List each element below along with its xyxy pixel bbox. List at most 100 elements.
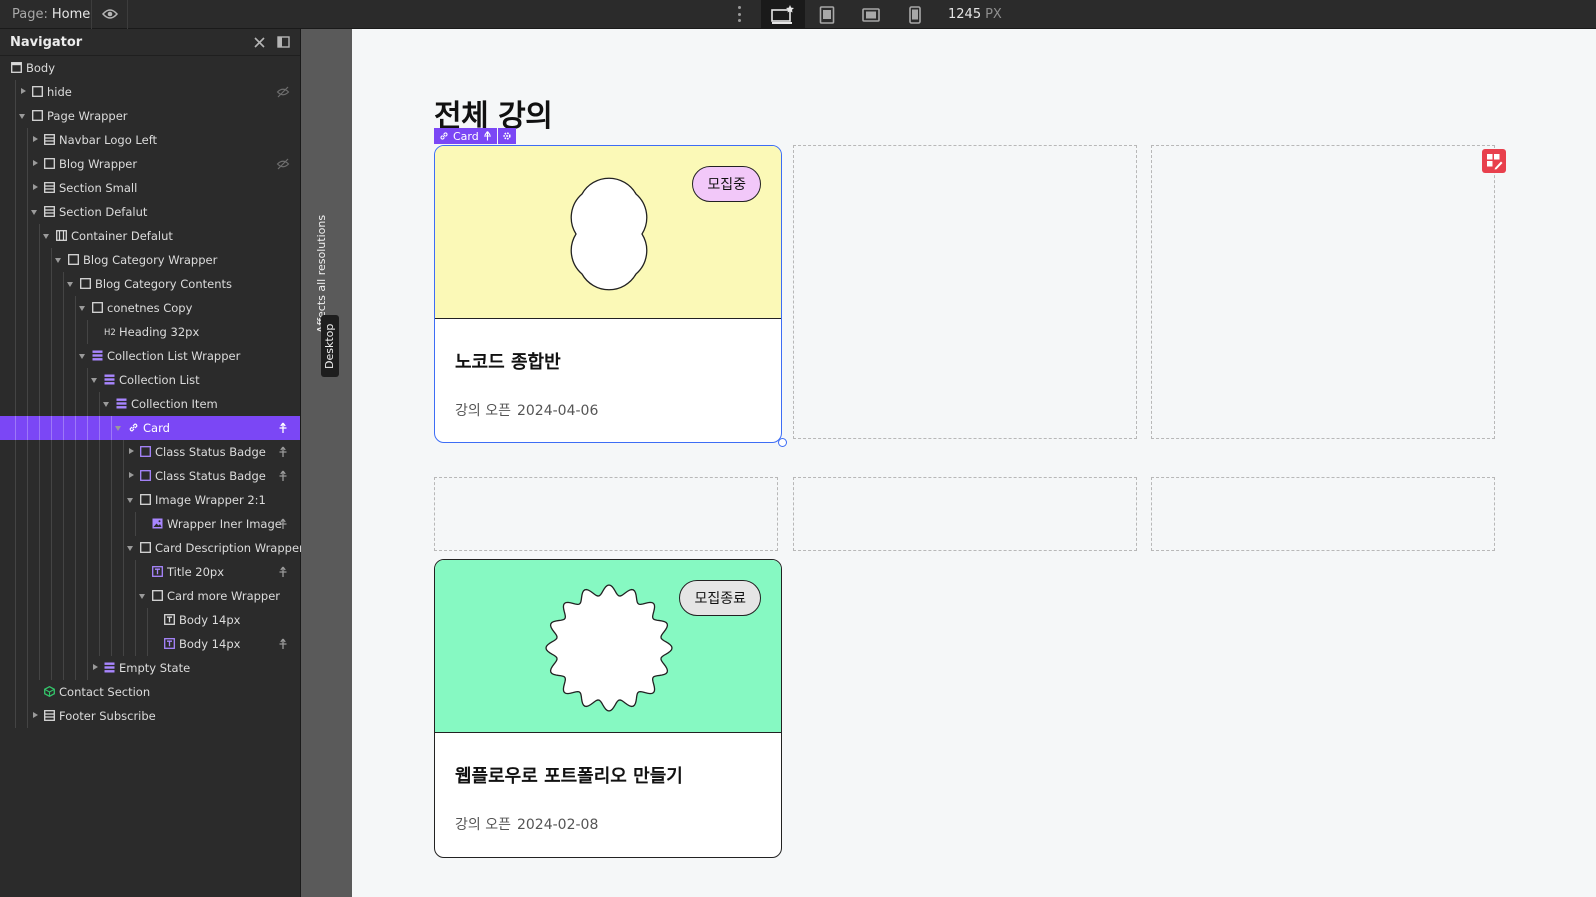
page-name: Home xyxy=(51,6,91,22)
breakpoint-phone-button[interactable] xyxy=(893,0,937,29)
navigator-item-label: Footer Subscribe xyxy=(59,709,156,723)
navigator-item[interactable]: Blog Category Wrapper xyxy=(0,248,300,272)
navigator-item[interactable]: Body xyxy=(0,56,300,80)
navigator-item[interactable]: Blog Wrapper xyxy=(0,152,300,176)
expand-caret-icon[interactable] xyxy=(33,184,38,190)
tablet-icon xyxy=(819,5,835,24)
navigator-item[interactable]: Navbar Logo Left xyxy=(0,128,300,152)
selected-element-tag[interactable]: Card xyxy=(434,128,516,144)
navigator-item-label: conetnes Copy xyxy=(107,301,193,315)
breakpoint-desktop-button[interactable] xyxy=(761,0,805,29)
empty-state-icon[interactable] xyxy=(1482,149,1506,173)
page-prefix: Page: xyxy=(12,6,48,22)
expand-caret-icon[interactable] xyxy=(129,448,134,454)
navigator-item[interactable]: Blog Category Contents xyxy=(0,272,300,296)
navigator-item[interactable]: Title 20px xyxy=(0,560,300,584)
breakpoint-tablet-button[interactable] xyxy=(805,0,849,29)
class-status-badge: 모집중 xyxy=(692,166,761,202)
collapse-caret-icon[interactable] xyxy=(103,402,109,407)
close-icon[interactable] xyxy=(254,36,265,48)
navigator-item[interactable]: Body 14px xyxy=(0,632,300,656)
element-settings-button[interactable] xyxy=(497,128,516,144)
design-canvas[interactable]: 전체 강의 Card 모집중 노코드 종합반 강의 오픈 2024-04-06 … xyxy=(352,29,1596,897)
card-date-label: 강의 오픈 xyxy=(455,817,511,833)
navigator-item[interactable]: Class Status Badge xyxy=(0,440,300,464)
navigator-item[interactable]: Card more Wrapper xyxy=(0,584,300,608)
collapse-caret-icon[interactable] xyxy=(139,594,145,599)
collapse-caret-icon[interactable] xyxy=(127,498,133,503)
navigator-item[interactable]: Page Wrapper xyxy=(0,104,300,128)
expand-caret-icon[interactable] xyxy=(33,712,38,718)
resize-handle[interactable] xyxy=(778,438,787,447)
dock-panel-icon[interactable] xyxy=(277,36,290,48)
desktop-breakpoint-tab[interactable]: Desktop xyxy=(321,315,339,377)
div-block-icon xyxy=(92,302,103,313)
section-icon xyxy=(44,182,55,193)
heading-icon: H2 xyxy=(104,326,116,338)
collapse-caret-icon[interactable] xyxy=(127,546,133,551)
collapse-caret-icon[interactable] xyxy=(43,234,49,239)
expand-caret-icon[interactable] xyxy=(93,664,98,670)
pin-icon[interactable] xyxy=(276,565,290,579)
navigator-item-label: Section Small xyxy=(59,181,138,195)
course-card[interactable]: 모집종료 웹플로우로 포트폴리오 만들기 강의 오픈 2024-02-08 xyxy=(434,559,782,858)
page-selector[interactable]: Page: Home xyxy=(0,0,92,29)
phone-icon xyxy=(909,5,921,24)
canvas-width-readout[interactable]: 1245 PX xyxy=(948,0,1002,29)
link-icon xyxy=(128,422,139,433)
pin-icon[interactable] xyxy=(276,445,290,459)
navigator-item[interactable]: Empty State xyxy=(0,656,300,680)
pin-icon[interactable] xyxy=(276,469,290,483)
navigator-item[interactable]: Image Wrapper 2:1 xyxy=(0,488,300,512)
navigator-item[interactable]: Card Description Wrapper xyxy=(0,536,304,560)
collapse-caret-icon[interactable] xyxy=(31,210,37,215)
collapse-caret-icon[interactable] xyxy=(67,282,73,287)
section-icon xyxy=(44,134,55,145)
navigator-item[interactable]: Collection List Wrapper xyxy=(0,344,300,368)
navigator-item-label: Section Defalut xyxy=(59,205,148,219)
preview-button[interactable] xyxy=(92,0,128,29)
navigator-item[interactable]: Body 14px xyxy=(0,608,300,632)
hidden-icon[interactable] xyxy=(276,157,290,171)
card-date: 강의 오픈 2024-02-08 xyxy=(455,814,598,834)
hidden-icon[interactable] xyxy=(276,85,290,99)
expand-caret-icon[interactable] xyxy=(33,160,38,166)
collapse-caret-icon[interactable] xyxy=(91,378,97,383)
navigator-title: Navigator xyxy=(10,34,83,50)
expand-caret-icon[interactable] xyxy=(21,88,26,94)
navigator-item-label: Container Defalut xyxy=(71,229,173,243)
navigator-panel: Navigator Body hide Page Wrapper Navbar Log… xyxy=(0,29,304,897)
link-icon xyxy=(440,132,448,140)
navigator-item[interactable]: Class Status Badge xyxy=(0,464,300,488)
expand-caret-icon[interactable] xyxy=(33,136,38,142)
more-menu-icon[interactable] xyxy=(736,3,742,25)
navigator-item[interactable]: Container Defalut xyxy=(0,224,300,248)
pin-icon[interactable] xyxy=(276,637,290,651)
navigator-item[interactable]: Section Small xyxy=(0,176,300,200)
collapse-caret-icon[interactable] xyxy=(115,426,121,431)
pin-icon[interactable] xyxy=(276,421,290,435)
navigator-item-label: Collection List Wrapper xyxy=(107,349,241,363)
navigator-item[interactable]: Wrapper Iner Image xyxy=(0,512,300,536)
card-image-wrapper: 모집중 xyxy=(435,146,781,319)
course-card[interactable]: 모집중 노코드 종합반 강의 오픈 2024-04-06 xyxy=(434,145,782,443)
navigator-item[interactable]: Section Defalut xyxy=(0,200,300,224)
div-block-icon xyxy=(140,542,151,553)
card-date-value: 2024-04-06 xyxy=(516,403,599,419)
breakpoint-landscape-button[interactable] xyxy=(849,0,893,29)
navigator-item[interactable]: Contact Section xyxy=(0,680,300,704)
navigator-item[interactable]: conetnes Copy xyxy=(0,296,300,320)
pin-icon[interactable] xyxy=(276,517,290,531)
collapse-caret-icon[interactable] xyxy=(55,258,61,263)
empty-collection-slot xyxy=(793,145,1137,439)
navigator-item[interactable]: Footer Subscribe xyxy=(0,704,300,728)
navigator-item[interactable]: Collection Item xyxy=(0,392,300,416)
navigator-item[interactable]: Card xyxy=(0,416,300,440)
navigator-item[interactable]: H2 Heading 32px xyxy=(0,320,300,344)
collapse-caret-icon[interactable] xyxy=(79,306,85,311)
collapse-caret-icon[interactable] xyxy=(79,354,85,359)
expand-caret-icon[interactable] xyxy=(129,472,134,478)
navigator-item[interactable]: hide xyxy=(0,80,300,104)
navigator-item[interactable]: Collection List xyxy=(0,368,300,392)
collapse-caret-icon[interactable] xyxy=(19,114,25,119)
